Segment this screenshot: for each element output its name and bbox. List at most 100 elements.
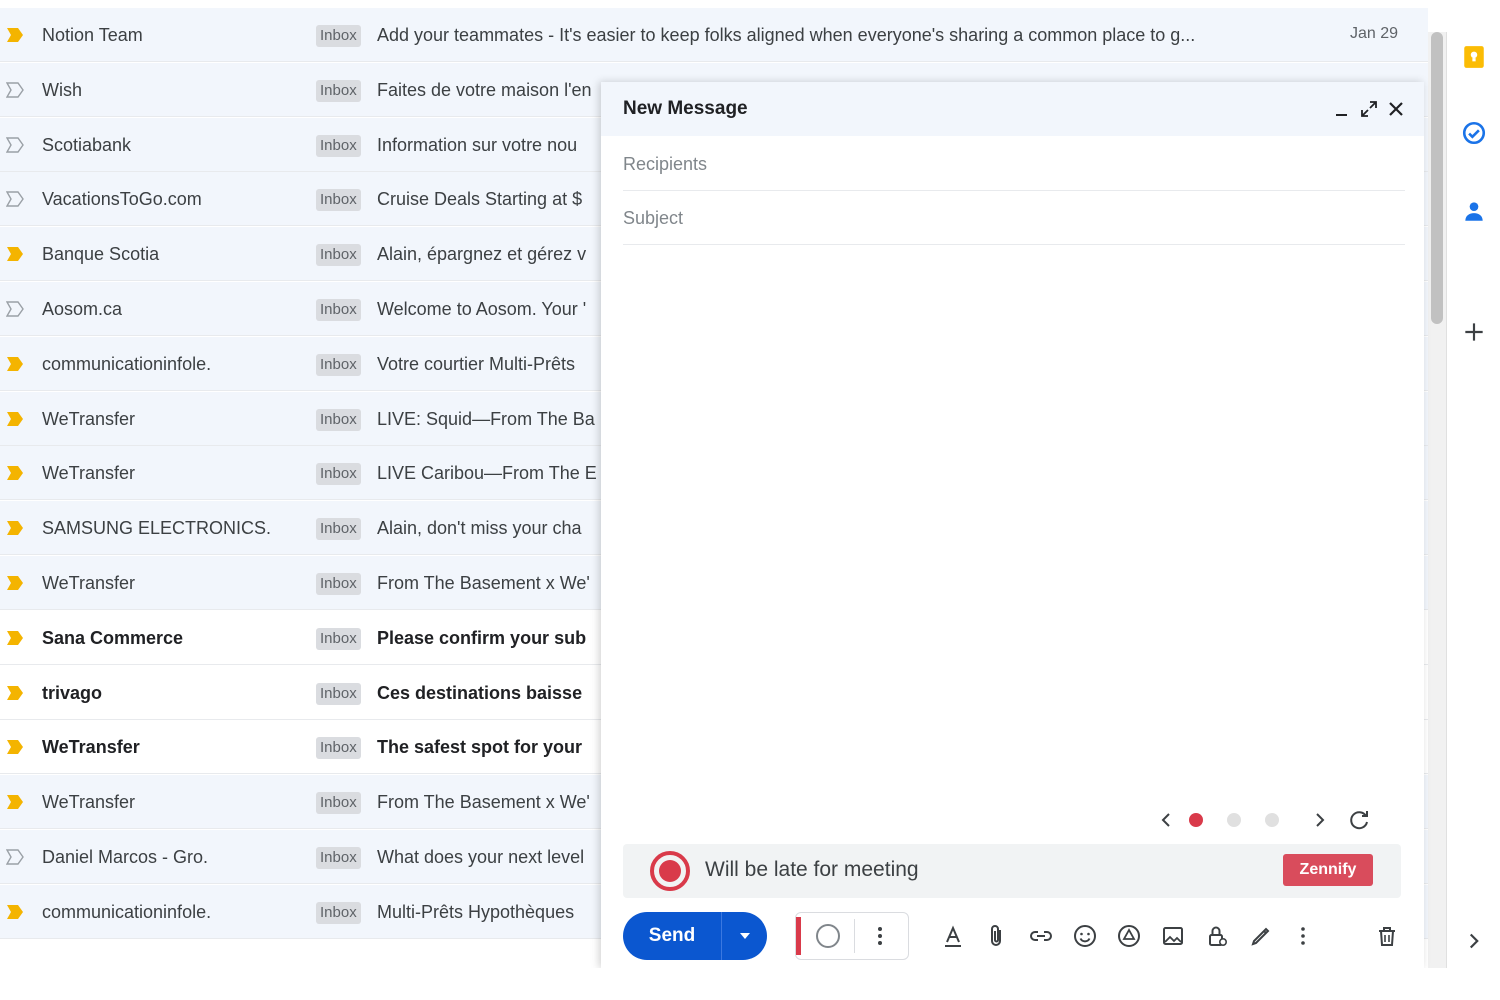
send-separator — [721, 912, 722, 960]
send-label: Send — [648, 925, 696, 946]
carousel-dot[interactable] — [1227, 813, 1241, 827]
record-icon[interactable] — [649, 850, 691, 892]
recipients-field[interactable]: Recipients — [623, 136, 1405, 191]
email-label: Inbox — [316, 792, 361, 815]
carousel-dot[interactable] — [1189, 813, 1203, 827]
email-sender: VacationsToGo.com — [42, 189, 202, 210]
list-scrollbar-thumb[interactable] — [1431, 32, 1443, 324]
email-label: Inbox — [316, 737, 361, 760]
not-important-marker-icon[interactable] — [6, 301, 24, 317]
important-marker-icon[interactable] — [6, 685, 24, 701]
email-sender: Daniel Marcos - Gro. — [42, 847, 209, 867]
important-marker-icon[interactable] — [6, 904, 24, 920]
important-marker-icon[interactable] — [6, 575, 24, 591]
important-marker-icon[interactable] — [6, 794, 24, 810]
email-date: Jan 29 — [1349, 25, 1398, 42]
subject-placeholder: Subject — [623, 208, 684, 228]
compose-window: New Message Recipients Subject Will be l… — [601, 82, 1424, 968]
not-important-marker-icon[interactable] — [6, 82, 24, 98]
not-important-marker-icon[interactable] — [6, 191, 24, 208]
email-label: Inbox — [316, 408, 361, 431]
addon-divider — [854, 919, 855, 953]
email-label: Inbox — [316, 627, 361, 650]
email-label: Inbox — [316, 189, 361, 212]
keep-icon[interactable] — [1461, 44, 1487, 70]
refresh-icon[interactable] — [1347, 808, 1371, 832]
link-icon[interactable] — [1027, 922, 1055, 950]
email-sender: communicationinfole. — [42, 353, 212, 374]
email-sender: Wish — [42, 79, 82, 100]
not-important-marker-icon[interactable] — [6, 849, 24, 865]
emoji-icon[interactable] — [1071, 922, 1099, 950]
not-important-marker-icon[interactable] — [6, 136, 24, 153]
contacts-icon[interactable] — [1461, 198, 1487, 224]
email-label: Inbox — [316, 79, 361, 102]
email-sender: Sana Commerce — [42, 627, 184, 648]
signature-icon[interactable] — [1247, 922, 1275, 950]
tasks-icon[interactable] — [1461, 120, 1487, 146]
toolbar-addon-group — [795, 912, 909, 960]
email-sender: WeTransfer — [42, 573, 136, 593]
circle-icon[interactable] — [814, 922, 842, 950]
zen-input-text[interactable]: Will be late for meeting — [705, 858, 919, 882]
add-icon[interactable] — [1461, 319, 1487, 345]
email-sender: trivago — [42, 682, 103, 703]
photo-icon[interactable] — [1159, 922, 1187, 950]
email-label: Inbox — [316, 25, 361, 47]
important-marker-icon[interactable] — [6, 356, 24, 372]
zen-suggestion-bar: Will be late for meeting Zennify — [623, 844, 1401, 898]
list-scrollbar[interactable] — [1428, 32, 1446, 968]
important-marker-icon[interactable] — [6, 630, 24, 646]
important-marker-icon[interactable] — [6, 411, 24, 427]
expand-icon[interactable] — [1358, 98, 1380, 120]
email-sender: Aosom.ca — [42, 299, 123, 319]
minimize-icon[interactable] — [1331, 98, 1353, 120]
email-sender: WeTransfer — [42, 408, 136, 429]
send-options-icon[interactable] — [723, 912, 767, 960]
expand-panel-icon[interactable] — [1461, 928, 1487, 954]
confidential-icon[interactable] — [1203, 922, 1231, 950]
email-sender: Banque Scotia — [42, 244, 160, 265]
email-sender: SAMSUNG ELECTRONICS. — [42, 518, 272, 539]
recipients-placeholder: Recipients — [623, 154, 708, 174]
important-marker-icon[interactable] — [6, 465, 24, 481]
email-sender: Notion Team — [42, 25, 143, 45]
carousel-dot[interactable] — [1265, 813, 1279, 827]
email-label: Inbox — [316, 244, 361, 267]
email-sender: communicationinfole. — [42, 901, 212, 922]
format-text-icon[interactable] — [939, 922, 967, 950]
zennify-button[interactable]: Zennify — [1283, 854, 1373, 886]
email-sender: WeTransfer — [42, 737, 140, 758]
email-label: Inbox — [316, 299, 361, 321]
send-button[interactable]: Send — [623, 912, 767, 960]
compose-title: New Message — [623, 98, 748, 119]
important-marker-icon[interactable] — [6, 246, 24, 262]
email-label: Inbox — [316, 573, 361, 595]
addon-accent — [796, 917, 801, 955]
compose-header: New Message — [601, 82, 1424, 136]
email-row[interactable]: Notion Team Inbox Add your teammates - It'… — [0, 8, 1428, 62]
close-icon[interactable] — [1385, 98, 1407, 120]
carousel-prev-icon[interactable] — [1157, 810, 1177, 830]
email-label: Inbox — [316, 682, 361, 705]
email-label: Inbox — [316, 901, 361, 924]
email-label: Inbox — [316, 353, 361, 376]
delete-icon[interactable] — [1373, 922, 1401, 950]
suggestion-carousel — [1157, 808, 1377, 832]
carousel-next-icon[interactable] — [1309, 810, 1329, 830]
important-marker-icon[interactable] — [6, 27, 24, 43]
side-panel — [1446, 32, 1500, 968]
email-sender: WeTransfer — [42, 792, 136, 813]
drive-icon[interactable] — [1115, 922, 1143, 950]
message-body[interactable] — [623, 252, 1405, 792]
addon-more-icon[interactable] — [866, 922, 894, 950]
more-options-icon[interactable] — [1289, 922, 1317, 950]
email-sender: Scotiabank — [42, 134, 132, 155]
bottom-bar — [0, 968, 1500, 1000]
email-label: Inbox — [316, 518, 361, 541]
email-label: Inbox — [316, 847, 361, 869]
important-marker-icon[interactable] — [6, 520, 24, 536]
attach-icon[interactable] — [983, 922, 1011, 950]
important-marker-icon[interactable] — [6, 739, 24, 755]
subject-field[interactable]: Subject — [623, 190, 1405, 245]
